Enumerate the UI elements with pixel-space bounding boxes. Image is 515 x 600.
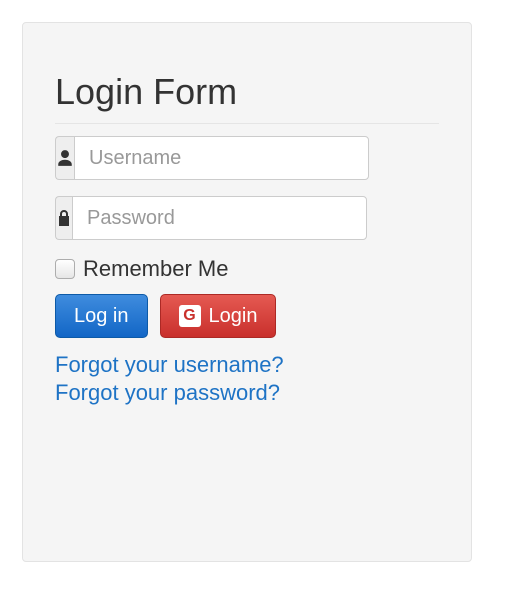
- button-row: Log in G Login: [55, 294, 439, 338]
- forgot-password-link[interactable]: Forgot your password?: [55, 380, 280, 405]
- password-input[interactable]: [72, 196, 367, 240]
- password-group: [55, 196, 335, 240]
- list-item: Forgot your username?: [55, 352, 439, 378]
- login-panel: Login Form Remember Me Log in G Login: [22, 22, 472, 562]
- forgot-username-link[interactable]: Forgot your username?: [55, 352, 284, 377]
- login-button-label: Log in: [74, 305, 129, 328]
- lock-icon: [55, 196, 72, 240]
- user-icon: [55, 136, 74, 180]
- remember-label: Remember Me: [83, 256, 228, 282]
- remember-checkbox[interactable]: [55, 259, 75, 279]
- help-links: Forgot your username? Forgot your passwo…: [55, 352, 439, 406]
- username-input[interactable]: [74, 136, 369, 180]
- google-login-label: Login: [209, 305, 258, 328]
- list-item: Forgot your password?: [55, 380, 439, 406]
- username-group: [55, 136, 335, 180]
- google-login-button[interactable]: G Login: [160, 294, 277, 338]
- google-icon: G: [179, 305, 201, 327]
- login-button[interactable]: Log in: [55, 294, 148, 338]
- page-title: Login Form: [55, 71, 439, 124]
- remember-row: Remember Me: [55, 256, 439, 282]
